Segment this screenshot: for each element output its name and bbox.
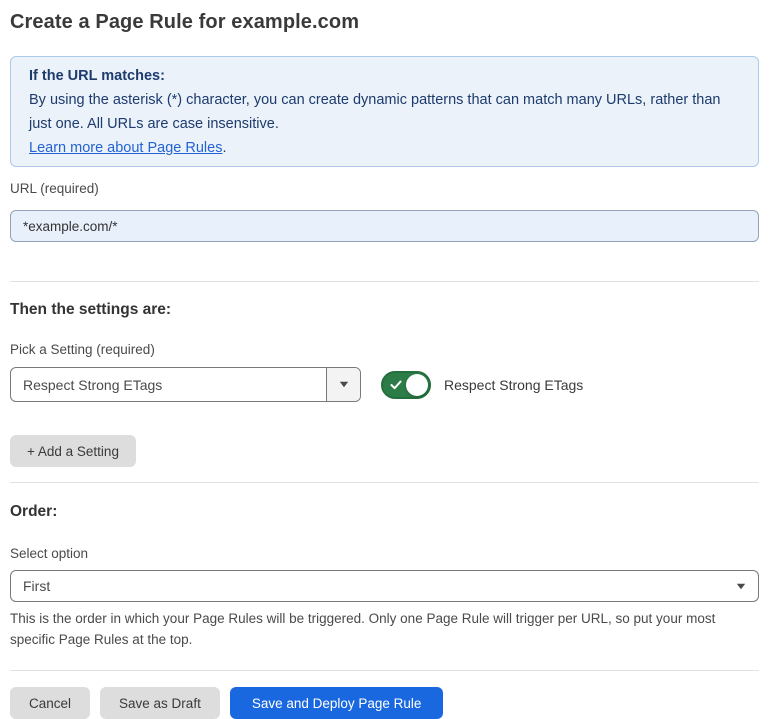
order-section-heading: Order: bbox=[10, 503, 759, 521]
info-box-body: By using the asterisk (*) character, you… bbox=[29, 88, 740, 136]
cancel-button[interactable]: Cancel bbox=[10, 687, 90, 719]
setting-toggle[interactable] bbox=[381, 371, 431, 399]
chevron-down-glyph bbox=[339, 381, 349, 388]
setting-row: Respect Strong ETags Respect Strong ETag… bbox=[10, 367, 759, 402]
setting-select[interactable]: Respect Strong ETags bbox=[10, 367, 361, 402]
order-select-value: First bbox=[23, 578, 50, 594]
link-suffix: . bbox=[222, 140, 226, 156]
setting-picker-label: Pick a Setting (required) bbox=[10, 342, 759, 358]
order-select-label: Select option bbox=[10, 546, 759, 562]
footer-button-row: Cancel Save as Draft Save and Deploy Pag… bbox=[10, 687, 759, 719]
divider bbox=[10, 670, 759, 671]
save-as-draft-button[interactable]: Save as Draft bbox=[100, 687, 220, 719]
divider bbox=[10, 482, 759, 483]
check-icon bbox=[390, 380, 402, 390]
create-page-rule-panel: Create a Page Rule for example.com If th… bbox=[0, 0, 769, 719]
chevron-down-icon[interactable] bbox=[326, 368, 360, 401]
save-and-deploy-button[interactable]: Save and Deploy Page Rule bbox=[230, 687, 444, 719]
settings-section-heading: Then the settings are: bbox=[10, 301, 759, 319]
url-input[interactable] bbox=[10, 210, 759, 242]
toggle-knob bbox=[406, 374, 428, 396]
url-field-label: URL (required) bbox=[10, 181, 759, 197]
page-title: Create a Page Rule for example.com bbox=[10, 9, 759, 35]
info-box-link-line: Learn more about Page Rules. bbox=[29, 136, 740, 160]
url-match-info-box: If the URL matches: By using the asteris… bbox=[10, 56, 759, 167]
learn-more-link[interactable]: Learn more about Page Rules bbox=[29, 140, 222, 156]
divider bbox=[10, 281, 759, 282]
order-select[interactable]: First bbox=[10, 570, 759, 602]
chevron-down-icon bbox=[736, 583, 746, 590]
order-help-text: This is the order in which your Page Rul… bbox=[10, 608, 750, 650]
add-setting-button[interactable]: + Add a Setting bbox=[10, 435, 136, 467]
setting-select-value: Respect Strong ETags bbox=[11, 377, 326, 393]
info-box-heading: If the URL matches: bbox=[29, 64, 740, 88]
setting-toggle-label: Respect Strong ETags bbox=[444, 377, 583, 393]
